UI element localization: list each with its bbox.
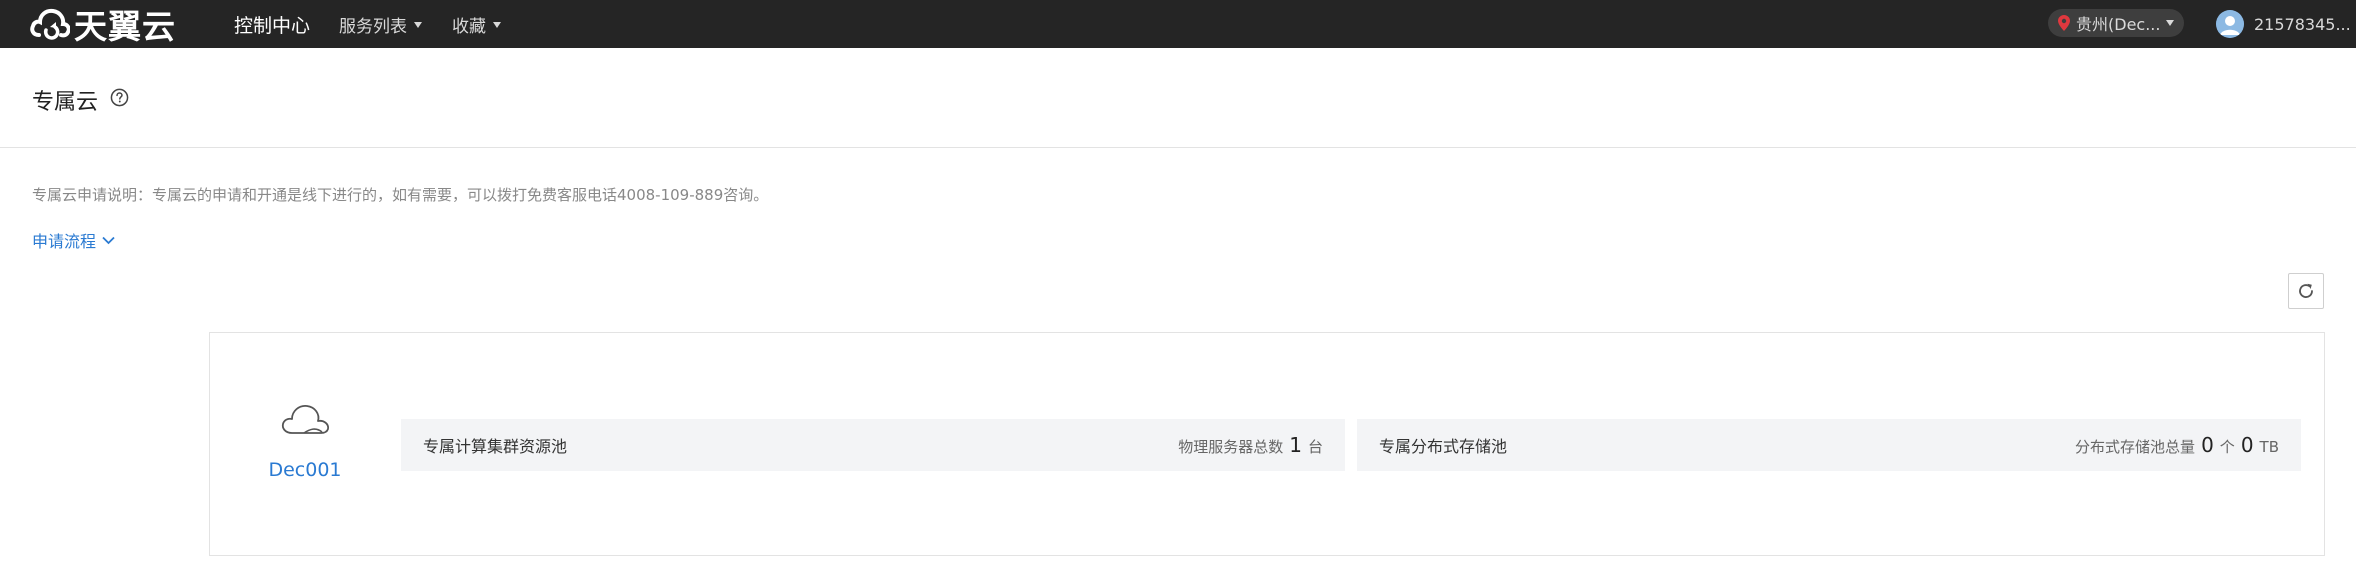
compute-pool-row[interactable]: 专属计算集群资源池 物理服务器总数 1 台 (401, 419, 1345, 471)
avatar (2216, 10, 2244, 38)
stat-unit: TB (2259, 438, 2279, 456)
storage-pool-count: 0 (2201, 433, 2214, 457)
chevron-down-icon (102, 236, 115, 244)
page-title: 专属云 (32, 90, 99, 115)
cloud-icon (281, 405, 330, 434)
storage-pool-stat: 分布式存储池总量 0 个 0 TB (2075, 433, 2279, 457)
refresh-button[interactable] (2288, 273, 2324, 309)
user-id: 21578345... (2254, 14, 2351, 34)
top-navigation-bar: 天翼云 控制中心 服务列表 收藏 贵州(Dec... 21578345... (0, 0, 2356, 48)
refresh-icon (2299, 283, 2313, 298)
stat-label: 分布式存储池总量 (2075, 438, 2196, 456)
application-notice: 专属云申请说明：专属云的申请和开通是线下进行的，如有需要，可以拨打免费客服电话4… (32, 186, 769, 204)
dedicated-cloud-card: Dec001 专属计算集群资源池 物理服务器总数 1 台 专属分布式存储池 分布… (209, 332, 2325, 556)
caret-down-icon (414, 22, 422, 28)
cloud-name-link[interactable]: Dec001 (210, 459, 400, 481)
server-count: 1 (1289, 433, 1302, 457)
nav-label: 收藏 (452, 16, 486, 37)
nav-label: 服务列表 (339, 16, 407, 37)
stat-unit: 台 (1307, 438, 1323, 456)
nav-label: 控制中心 (234, 14, 311, 37)
cloud-logo-icon (30, 8, 70, 40)
help-icon[interactable] (110, 88, 129, 107)
storage-pool-row[interactable]: 专属分布式存储池 分布式存储池总量 0 个 0 TB (1357, 419, 2301, 471)
page-header: 专属云 (0, 48, 2356, 148)
stat-unit: 个 (2219, 438, 2235, 456)
storage-capacity: 0 (2240, 433, 2254, 457)
apply-flow-link[interactable]: 申请流程 (32, 228, 115, 252)
nav-favorites[interactable]: 收藏 (452, 0, 501, 48)
caret-down-icon (2166, 20, 2174, 26)
compute-pool-stat: 物理服务器总数 1 台 (1178, 433, 1323, 457)
location-pin-icon (2058, 15, 2070, 31)
compute-pool-label: 专属计算集群资源池 (423, 437, 568, 456)
user-menu[interactable]: 21578345... (2216, 0, 2351, 48)
region-selector[interactable]: 贵州(Dec... (2048, 9, 2184, 37)
brand-logo[interactable]: 天翼云 (30, 0, 176, 48)
nav-control-center[interactable]: 控制中心 (234, 0, 310, 48)
nav-service-list[interactable]: 服务列表 (339, 0, 422, 48)
stat-label: 物理服务器总数 (1178, 438, 1284, 456)
apply-flow-label: 申请流程 (32, 232, 97, 251)
region-label: 贵州(Dec... (2076, 15, 2161, 34)
brand-name: 天翼云 (74, 7, 176, 46)
caret-down-icon (493, 22, 501, 28)
storage-pool-label: 专属分布式存储池 (1379, 437, 1508, 456)
